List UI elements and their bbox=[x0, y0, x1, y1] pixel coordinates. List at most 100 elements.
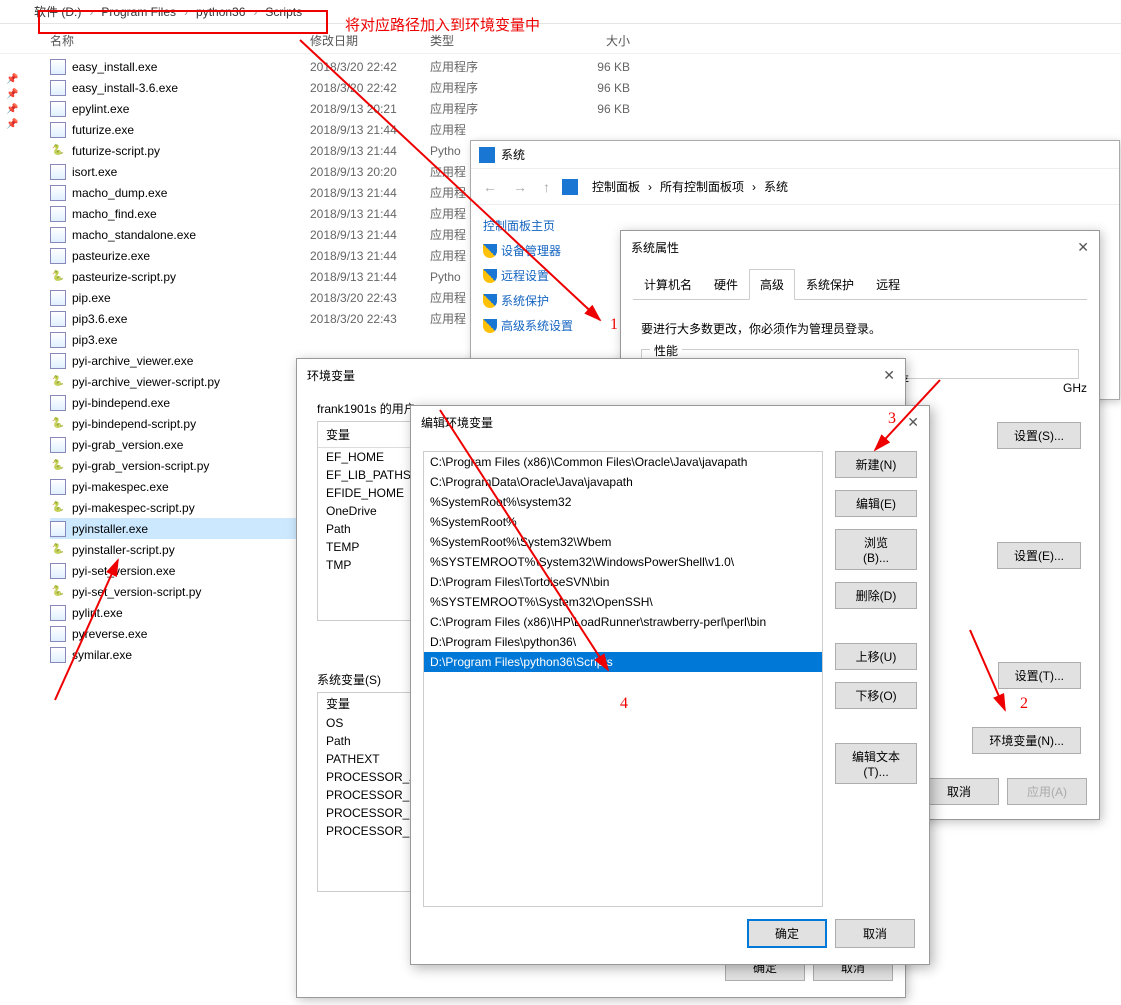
settings-t-button[interactable]: 设置(T)... bbox=[998, 662, 1081, 689]
tab[interactable]: 高级 bbox=[749, 269, 795, 300]
settings-e-button[interactable]: 设置(E)... bbox=[997, 542, 1081, 569]
path-item[interactable]: %SYSTEMROOT%\System32\WindowsPowerShell\… bbox=[424, 552, 822, 572]
close-icon[interactable]: ✕ bbox=[1077, 239, 1089, 256]
file-name: easy_install-3.6.exe bbox=[72, 81, 310, 95]
tab[interactable]: 硬件 bbox=[703, 269, 749, 300]
exe-icon bbox=[50, 227, 66, 243]
file-date: 2018/9/13 21:44 bbox=[310, 249, 430, 263]
exe-icon bbox=[50, 101, 66, 117]
file-name: pylint.exe bbox=[72, 606, 310, 620]
file-date: 2018/9/13 20:20 bbox=[310, 165, 430, 179]
shield-icon bbox=[483, 244, 497, 258]
env-vars-button[interactable]: 环境变量(N)... bbox=[972, 727, 1081, 754]
file-date: 2018/3/20 22:43 bbox=[310, 312, 430, 326]
file-date: 2018/3/20 22:43 bbox=[310, 291, 430, 305]
exe-icon bbox=[50, 395, 66, 411]
file-type: 应用程序 bbox=[430, 79, 550, 96]
exe-icon bbox=[50, 437, 66, 453]
breadcrumb-item[interactable]: Scripts bbox=[265, 5, 302, 19]
exe-icon bbox=[50, 332, 66, 348]
pin-icon: 📌 bbox=[6, 74, 18, 85]
exe-icon bbox=[50, 80, 66, 96]
link-device-manager[interactable]: 设备管理器 bbox=[483, 242, 589, 259]
tab-bar: 计算机名硬件高级系统保护远程 bbox=[633, 268, 1087, 300]
nav-item[interactable]: 系统 bbox=[764, 178, 788, 195]
nav-item[interactable]: 控制面板 bbox=[592, 178, 640, 195]
path-item[interactable]: C:\Program Files (x86)\Common Files\Orac… bbox=[424, 452, 822, 472]
tab[interactable]: 系统保护 bbox=[795, 269, 865, 300]
nav-item[interactable]: 所有控制面板项 bbox=[660, 178, 744, 195]
file-size: 96 KB bbox=[550, 102, 630, 116]
path-item[interactable]: D:\Program Files\python36\Scripts bbox=[424, 652, 822, 672]
file-name: macho_find.exe bbox=[72, 207, 310, 221]
breadcrumb-item[interactable]: Program Files bbox=[101, 5, 176, 19]
file-name: pyi-set_version.exe bbox=[72, 564, 310, 578]
file-name: pasteurize-script.py bbox=[72, 270, 310, 284]
edit-text-button[interactable]: 编辑文本(T)... bbox=[835, 743, 917, 784]
edit-env-var-window: 编辑环境变量 ✕ C:\Program Files (x86)\Common F… bbox=[410, 405, 930, 965]
move-up-button[interactable]: 上移(U) bbox=[835, 643, 917, 670]
file-row[interactable]: easy_install.exe2018/3/20 22:42应用程序96 KB bbox=[50, 56, 1071, 77]
path-item[interactable]: D:\Program Files\python36\ bbox=[424, 632, 822, 652]
breadcrumb-item[interactable]: python36 bbox=[196, 5, 245, 19]
tab[interactable]: 远程 bbox=[865, 269, 911, 300]
link-remote-settings[interactable]: 远程设置 bbox=[483, 267, 589, 284]
file-name: pyi-grab_version.exe bbox=[72, 438, 310, 452]
tab[interactable]: 计算机名 bbox=[633, 269, 703, 300]
col-name[interactable]: 名称 bbox=[50, 32, 310, 49]
file-name: pyi-archive_viewer-script.py bbox=[72, 375, 310, 389]
path-list[interactable]: C:\Program Files (x86)\Common Files\Orac… bbox=[423, 451, 823, 907]
py-icon: 🐍 bbox=[50, 542, 66, 558]
col-size[interactable]: 大小 bbox=[550, 32, 630, 49]
path-item[interactable]: C:\ProgramData\Oracle\Java\javapath bbox=[424, 472, 822, 492]
cancel-button[interactable]: 取消 bbox=[919, 778, 999, 805]
edit-button[interactable]: 编辑(E) bbox=[835, 490, 917, 517]
browse-button[interactable]: 浏览(B)... bbox=[835, 529, 917, 570]
path-item[interactable]: %SYSTEMROOT%\System32\OpenSSH\ bbox=[424, 592, 822, 612]
path-item[interactable]: C:\Program Files (x86)\HP\LoadRunner\str… bbox=[424, 612, 822, 632]
window-title: 系统 bbox=[501, 146, 525, 163]
file-name: pyi-makespec.exe bbox=[72, 480, 310, 494]
breadcrumb-item[interactable]: 软件 (D:) bbox=[34, 3, 81, 20]
exe-icon bbox=[50, 647, 66, 663]
new-button[interactable]: 新建(N) bbox=[835, 451, 917, 478]
file-date: 2018/9/13 21:44 bbox=[310, 228, 430, 242]
file-size: 96 KB bbox=[550, 60, 630, 74]
path-item[interactable]: %SystemRoot%\System32\Wbem bbox=[424, 532, 822, 552]
link-system-protection[interactable]: 系统保护 bbox=[483, 292, 589, 309]
up-icon[interactable]: ↑ bbox=[539, 179, 554, 195]
file-row[interactable]: futurize.exe2018/9/13 21:44应用程 bbox=[50, 119, 1071, 140]
window-titlebar[interactable]: 系统 bbox=[471, 141, 1119, 169]
file-type: 应用程序 bbox=[430, 58, 550, 75]
chevron-icon: › bbox=[253, 5, 257, 19]
exe-icon bbox=[50, 353, 66, 369]
var-header: 变量 bbox=[318, 422, 418, 447]
ok-button[interactable]: 确定 bbox=[747, 919, 827, 948]
breadcrumb[interactable]: 软件 (D:)› Program Files› python36› Script… bbox=[0, 0, 1121, 24]
file-size: 96 KB bbox=[550, 81, 630, 95]
path-item[interactable]: %SystemRoot% bbox=[424, 512, 822, 532]
path-item[interactable]: D:\Program Files\TortoiseSVN\bin bbox=[424, 572, 822, 592]
exe-icon bbox=[50, 626, 66, 642]
file-row[interactable]: epylint.exe2018/9/13 20:21应用程序96 KB bbox=[50, 98, 1071, 119]
column-headers: 名称 修改日期 类型 大小 bbox=[0, 24, 1121, 54]
window-titlebar[interactable]: 编辑环境变量 ✕ bbox=[411, 406, 929, 439]
apply-button[interactable]: 应用(A) bbox=[1007, 778, 1087, 805]
close-icon[interactable]: ✕ bbox=[883, 367, 895, 384]
delete-button[interactable]: 删除(D) bbox=[835, 582, 917, 609]
close-icon[interactable]: ✕ bbox=[907, 414, 919, 431]
path-item[interactable]: %SystemRoot%\system32 bbox=[424, 492, 822, 512]
window-titlebar[interactable]: 系统属性 ✕ bbox=[621, 231, 1099, 264]
back-icon[interactable]: ← bbox=[479, 179, 501, 195]
move-down-button[interactable]: 下移(O) bbox=[835, 682, 917, 709]
settings-s-button[interactable]: 设置(S)... bbox=[997, 422, 1081, 449]
file-type: 应用程序 bbox=[430, 100, 550, 117]
cancel-button[interactable]: 取消 bbox=[835, 919, 915, 948]
link-advanced-settings[interactable]: 高级系统设置 bbox=[483, 317, 589, 334]
exe-icon bbox=[50, 479, 66, 495]
forward-icon[interactable]: → bbox=[509, 179, 531, 195]
file-name: pyi-bindepend-script.py bbox=[72, 417, 310, 431]
file-name: futurize-script.py bbox=[72, 144, 310, 158]
window-titlebar[interactable]: 环境变量 ✕ bbox=[297, 359, 905, 392]
file-row[interactable]: easy_install-3.6.exe2018/3/20 22:42应用程序9… bbox=[50, 77, 1071, 98]
